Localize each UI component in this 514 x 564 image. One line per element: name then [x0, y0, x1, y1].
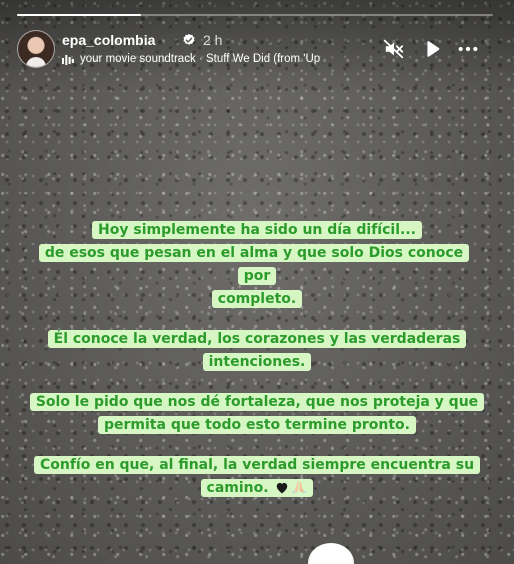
speaker-muted-icon[interactable]: [383, 38, 405, 60]
story-caption: Hoy simplemente ha sido un día difícil..…: [0, 218, 514, 516]
avatar[interactable]: [17, 30, 55, 68]
caption-line: Él conoce la verdad, los corazones y las…: [47, 330, 467, 348]
story-progress-bar: [17, 14, 493, 16]
caption-paragraph-3: Solo le pido que nos dé fortaleza, que n…: [27, 390, 487, 436]
praying-hands-icon: [292, 481, 307, 494]
caption-line: de esos que pesan en el alma y que solo …: [38, 244, 470, 285]
caption-line: Solo le pido que nos dé fortaleza, que n…: [29, 393, 485, 411]
music-label[interactable]: your movie soundtrack · Stuff We Did (fr…: [80, 53, 380, 65]
music-separator: ·: [198, 53, 203, 65]
music-title: your movie soundtrack: [80, 53, 196, 65]
caption-line: Confío en que, al final, la verdad siemp…: [33, 456, 481, 474]
caption-paragraph-4: Confío en que, al final, la verdad siemp…: [27, 453, 487, 499]
black-heart-icon: [277, 482, 288, 494]
caption-line: completo.: [211, 290, 303, 308]
username[interactable]: epa_colombia: [62, 32, 155, 48]
post-time: 2 h: [203, 32, 223, 48]
caption-line: intenciones.: [202, 353, 312, 371]
caption-line: permita que todo esto termine pronto.: [98, 416, 416, 434]
caption-paragraph-1: Hoy simplemente ha sido un día difícil..…: [27, 218, 487, 310]
caption-line: Hoy simplemente ha sido un día difícil..…: [92, 221, 422, 239]
story-progress-fill: [17, 14, 141, 16]
story-header: epa_colombia 2 h your movie soundtrack ·…: [17, 30, 497, 70]
caption-line-with-emoji: camino.: [200, 479, 314, 497]
more-horizontal-icon[interactable]: [457, 38, 479, 60]
verified-badge-icon: [183, 33, 195, 45]
play-icon[interactable]: [421, 38, 443, 60]
music-track: Stuff We Did (from 'Up: [205, 53, 321, 65]
music-bars-icon: [62, 55, 74, 65]
story-viewer[interactable]: epa_colombia 2 h your movie soundtrack ·…: [0, 0, 514, 564]
caption-paragraph-2: Él conoce la verdad, los corazones y las…: [27, 327, 487, 373]
caption-text: camino.: [206, 480, 269, 496]
